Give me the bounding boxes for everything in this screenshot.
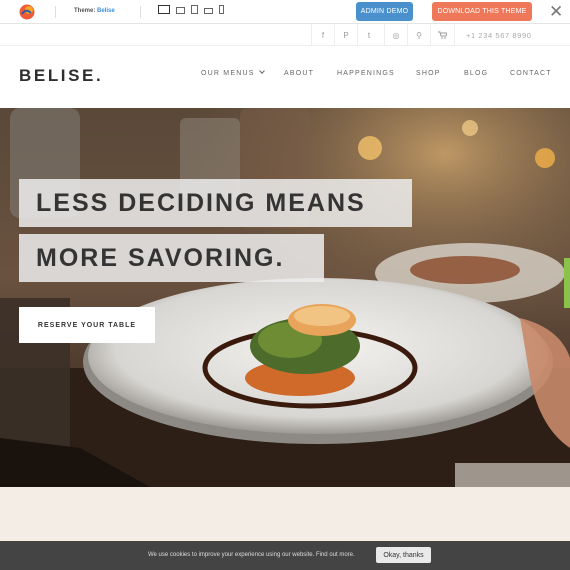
feedback-tab[interactable] [564, 258, 570, 308]
nav-blog[interactable]: BLOG [464, 70, 488, 77]
nav-happenings[interactable]: HAPPENINGS [337, 70, 395, 77]
theme-name: Belise [97, 8, 115, 14]
twitter-icon[interactable]: t [357, 24, 380, 46]
search-icon[interactable]: ⚲ [407, 24, 430, 46]
divider [140, 6, 141, 18]
cookie-accept-button[interactable]: Okay, thanks [376, 547, 431, 563]
divider [55, 6, 56, 18]
close-icon[interactable]: ✕ [549, 3, 563, 20]
facebook-icon[interactable]: f [311, 24, 334, 46]
headline-line-1-box: LESS DECIDING MEANS [19, 179, 412, 227]
phone-icon[interactable] [219, 5, 224, 14]
chevron-down-icon [258, 68, 265, 74]
tablet-icon[interactable] [191, 5, 198, 14]
admin-demo-button[interactable]: ADMIN DEMO [356, 2, 413, 21]
download-theme-button[interactable]: DOWNLOAD THIS THEME [432, 2, 532, 21]
tablet-landscape-icon[interactable] [204, 8, 213, 14]
cart-icon[interactable] [430, 24, 453, 46]
theme-label-text: Theme: [74, 8, 96, 14]
hero-photo [0, 108, 570, 487]
reserve-table-button[interactable]: RESERVE YOUR TABLE [19, 307, 155, 343]
nav-about[interactable]: ABOUT [284, 70, 314, 77]
instagram-icon[interactable]: ◎ [384, 24, 407, 46]
theme-logo-icon[interactable] [18, 3, 36, 21]
site-logo[interactable]: BELISE. [19, 66, 103, 86]
pinterest-icon[interactable]: P [334, 24, 357, 46]
nav-contact[interactable]: CONTACT [510, 70, 552, 77]
headline-line-2-box: MORE SAVORING. [19, 234, 324, 282]
nav-shop[interactable]: SHOP [416, 70, 441, 77]
headline-line-2: MORE SAVORING. [36, 243, 285, 272]
content-section [0, 487, 570, 541]
cookie-message: We use cookies to improve your experienc… [148, 552, 355, 558]
laptop-icon[interactable] [176, 7, 185, 14]
nav-label: OUR MENUS [201, 70, 255, 77]
nav-our-menus[interactable]: OUR MENUS [201, 68, 265, 77]
theme-label: Theme: Belise [74, 8, 115, 14]
phone-number[interactable]: +1 234 567 8990 [454, 24, 570, 46]
desktop-icon[interactable] [158, 5, 170, 14]
hero-banner [0, 108, 570, 487]
device-switcher [158, 5, 224, 14]
headline-line-1: LESS DECIDING MEANS [36, 188, 366, 217]
social-topbar: f P t ◎ ⚲ +1 234 567 8990 [0, 24, 570, 46]
